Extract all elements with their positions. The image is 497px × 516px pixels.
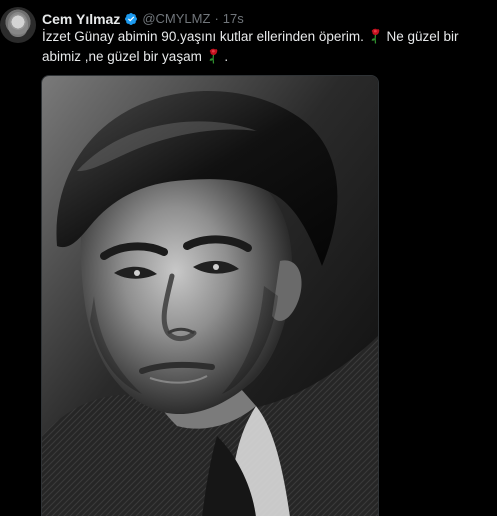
timestamp[interactable]: 17s: [223, 10, 244, 28]
avatar[interactable]: [0, 7, 36, 43]
tweet-text: İzzet Günay abimin 90.yaşını kutlar elle…: [42, 27, 492, 67]
tweet-header: Cem Yılmaz @CMYLMZ · 17s: [42, 10, 244, 28]
tweet-text-part-3: .: [224, 49, 229, 64]
author-handle[interactable]: @CMYLMZ: [142, 10, 210, 28]
separator-dot: ·: [214, 11, 219, 26]
rose-emoji-icon: [209, 48, 217, 64]
portrait-photo: [42, 76, 378, 516]
verified-badge-icon: [125, 13, 138, 25]
rose-emoji-icon: [371, 28, 380, 44]
tweet-text-part-1: İzzet Günay abimin 90.yaşını kutlar elle…: [42, 29, 364, 44]
author-name[interactable]: Cem Yılmaz: [42, 10, 120, 28]
tweet-media-image[interactable]: [41, 75, 379, 516]
tweet: Cem Yılmaz @CMYLMZ · 17s İzzet Günay abi…: [0, 0, 497, 516]
